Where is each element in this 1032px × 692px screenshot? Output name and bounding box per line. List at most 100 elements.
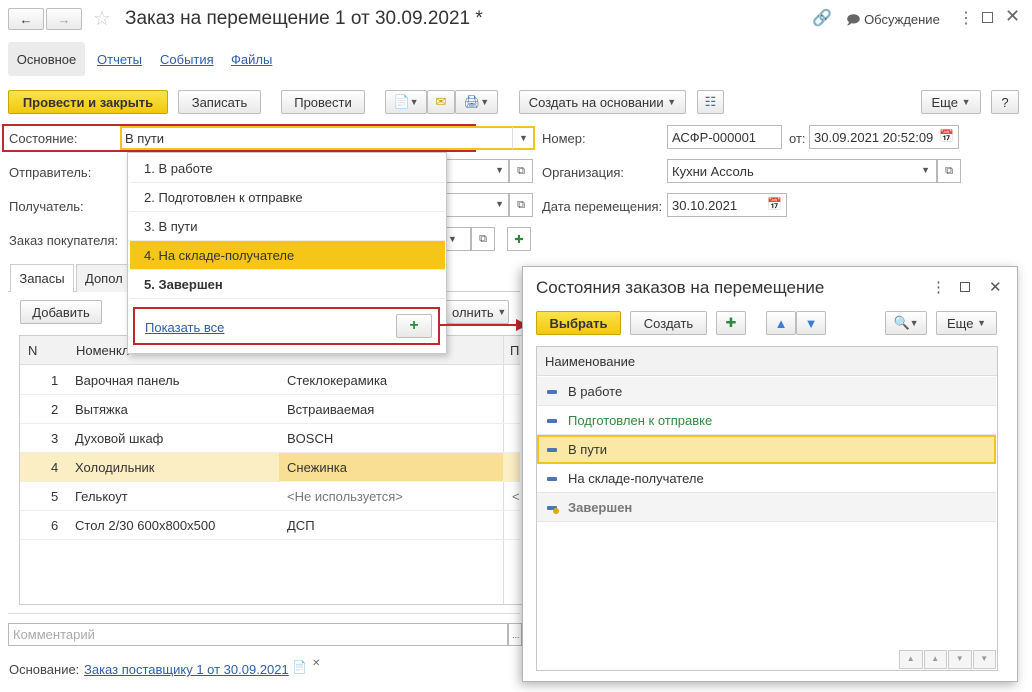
row-item: Вытяжка <box>75 402 128 417</box>
basis-clear-icon[interactable]: ✕ <box>312 658 320 669</box>
row-item: Духовой шкаф <box>75 431 164 446</box>
popup-select-button[interactable]: Выбрать <box>536 311 621 335</box>
table-row-selected[interactable]: 4 Холодильник Снежинка <box>20 453 520 482</box>
row-number: 4 <box>51 460 59 475</box>
post-and-close-button[interactable]: Провести и закрыть <box>8 90 168 114</box>
popup-list-item[interactable]: Завершен <box>537 493 996 522</box>
save-button[interactable]: Записать <box>178 90 261 114</box>
dropdown-item[interactable]: 1. В работе <box>130 154 445 183</box>
table-row[interactable]: 6 Стол 2/30 600х800х500 ДСП <box>20 511 520 540</box>
link-icon[interactable]: 🔗 <box>812 8 832 28</box>
popup-close-icon[interactable]: ✕ <box>989 278 1002 296</box>
sender-open-button[interactable]: ⧉ <box>509 159 533 183</box>
sender-input[interactable]: ▼ <box>443 159 509 183</box>
mail-button[interactable]: ✉ <box>427 90 455 114</box>
receiver-dropdown-icon[interactable]: ▼ <box>495 199 504 209</box>
tab-stock[interactable]: Запасы <box>10 264 74 292</box>
arrow-right-icon: → <box>57 11 71 27</box>
tab-files[interactable]: Файлы <box>231 52 272 67</box>
org-label: Организация: <box>542 165 625 180</box>
post-button[interactable]: Провести <box>281 90 365 114</box>
discussion-label: Обсуждение <box>864 12 940 27</box>
receiver-input[interactable]: ▼ <box>443 193 509 217</box>
print-dropdown-button[interactable]: 🖨 ▼ <box>455 90 498 114</box>
popup-list-item-selected[interactable]: В пути <box>537 435 996 464</box>
number-input[interactable]: АСФР-000001 <box>667 125 782 149</box>
table-row[interactable]: 3 Духовой шкаф BOSCH <box>20 424 520 453</box>
popup-create-button[interactable]: Создать <box>630 311 707 335</box>
calendar-icon[interactable]: 📅 <box>939 129 954 143</box>
row-characteristic: BOSCH <box>287 431 334 446</box>
popup-search-button[interactable]: 🔍 ▼ <box>885 311 927 335</box>
popup-list-item[interactable]: Подготовлен к отправке <box>537 406 996 435</box>
popup-copy-button[interactable]: ✚ <box>716 311 746 335</box>
customer-order-create-button[interactable]: ✚ <box>507 227 531 251</box>
create-based-button[interactable]: Создать на основании ▼ <box>519 90 686 114</box>
customer-order-dropdown-icon[interactable]: ▼ <box>448 234 457 244</box>
col-item-header: Номенкл <box>76 343 130 358</box>
move-date-input[interactable]: 30.10.2021 📅 <box>667 193 787 217</box>
add-row-button[interactable]: Добавить <box>20 300 102 324</box>
dropdown-item[interactable]: 2. Подготовлен к отправке <box>130 183 445 212</box>
favorite-star-icon[interactable]: ☆ <box>93 6 111 31</box>
popup-list-item[interactable]: На складе-получателе <box>537 464 996 493</box>
sender-dropdown-icon[interactable]: ▼ <box>495 165 504 175</box>
tab-main[interactable]: Основное <box>8 42 85 76</box>
deleted-mark-icon <box>553 508 559 514</box>
comment-input[interactable]: Комментарий <box>8 623 508 646</box>
org-input[interactable]: Кухни Ассоль ▼ <box>667 159 937 183</box>
forward-button[interactable]: → <box>46 8 82 30</box>
scroll-down-button[interactable]: ▼ <box>948 650 972 669</box>
move-up-button[interactable]: ▲ <box>766 311 796 335</box>
popup-more-button[interactable]: Еще ▼ <box>936 311 997 335</box>
tab-main-label: Основное <box>16 51 77 67</box>
row-number: 2 <box>51 402 59 417</box>
help-button[interactable]: ? <box>991 90 1019 114</box>
dropdown-item[interactable]: 5. Завершен <box>130 270 445 299</box>
table-row[interactable]: 1 Варочная панель Стеклокерамика <box>20 366 520 395</box>
customer-order-open-button[interactable]: ⧉ <box>471 227 495 251</box>
discussion-button[interactable]: 🗩 Обсуждение <box>846 11 940 33</box>
dropdown-item[interactable]: 3. В пути <box>130 212 445 241</box>
maximize-icon[interactable] <box>982 12 993 23</box>
comment-expand-button[interactable]: ... <box>508 623 522 646</box>
date-input[interactable]: 30.09.2021 20:52:09 📅 <box>809 125 959 149</box>
popup-menu-icon[interactable]: ⋮ <box>931 278 946 296</box>
customer-order-label: Заказ покупателя: <box>9 233 119 248</box>
scroll-top-button[interactable]: ▲ <box>899 650 923 669</box>
more-button[interactable]: Еще ▼ <box>921 90 981 114</box>
back-button[interactable]: ← <box>8 8 44 30</box>
structure-button[interactable]: ☷ <box>697 90 724 114</box>
show-all-link[interactable]: Показать все <box>145 320 224 335</box>
dropdown-item-selected[interactable]: 4. На складе-получателе <box>130 241 445 270</box>
table-row[interactable]: 2 Вытяжка Встраиваемая <box>20 395 520 424</box>
row-characteristic: <Не используется> <box>287 489 403 504</box>
table-row[interactable]: 5 Гелькоут <Не используется> < <box>20 482 520 511</box>
attach-dropdown-button[interactable]: 📄 ▼ <box>385 90 427 114</box>
status-dropdown-icon[interactable]: ▼ <box>512 127 534 149</box>
tab-extra[interactable]: Допол <box>76 264 130 292</box>
org-open-button[interactable]: ⧉ <box>937 159 961 183</box>
arrow-left-icon: ← <box>19 11 33 27</box>
close-icon[interactable]: ✕ <box>1005 6 1020 27</box>
open-icon: ⧉ <box>517 198 525 211</box>
scroll-up-button[interactable]: ▲ <box>923 650 947 669</box>
item-marker-icon <box>547 448 557 452</box>
scroll-bottom-button[interactable]: ▼ <box>972 650 996 669</box>
row-number: 3 <box>51 431 59 446</box>
dropdown-create-button[interactable]: + <box>396 314 432 338</box>
receiver-open-button[interactable]: ⧉ <box>509 193 533 217</box>
tab-reports[interactable]: Отчеты <box>97 52 142 67</box>
status-input[interactable]: В пути ▼ <box>120 126 535 150</box>
popup-maximize-icon[interactable] <box>960 282 970 292</box>
tab-events[interactable]: События <box>160 52 214 67</box>
customer-order-input[interactable]: ▼ <box>443 227 471 251</box>
tab-stock-label: Запасы <box>19 271 65 286</box>
popup-list-item[interactable]: В работе <box>537 377 996 406</box>
org-dropdown-icon[interactable]: ▼ <box>921 165 930 175</box>
menu-dots-icon[interactable]: ⋮ <box>958 8 974 28</box>
basis-link[interactable]: Заказ поставщику 1 от 30.09.2021 <box>84 662 289 677</box>
calendar-icon[interactable]: 📅 <box>767 197 782 211</box>
move-down-button[interactable]: ▼ <box>796 311 826 335</box>
date-value: 30.09.2021 20:52:09 <box>814 129 934 145</box>
